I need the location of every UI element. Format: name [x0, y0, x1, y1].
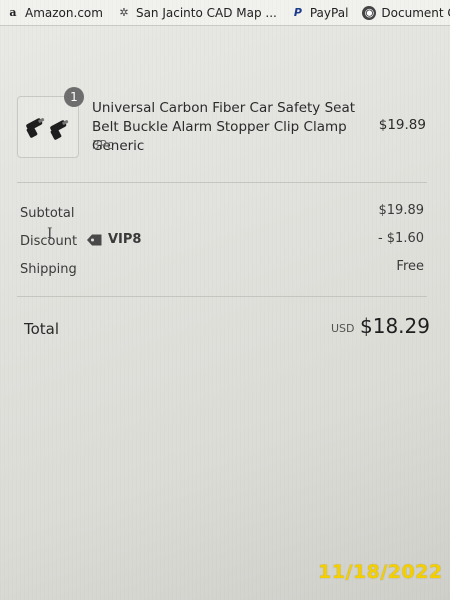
amazon-icon: a	[9, 6, 17, 19]
bookmark-paypal[interactable]: P PayPal	[291, 6, 349, 20]
shipping-label: Shipping	[20, 262, 77, 277]
shipping-value: Free	[396, 259, 424, 274]
gear-icon: ✲	[119, 6, 129, 19]
total-amount: $18.29	[360, 314, 430, 338]
discount-value: - $1.60	[377, 231, 424, 246]
bookmark-label: San Jacinto CAD Map ...	[135, 5, 277, 20]
product-title[interactable]: Universal Carbon Fiber Car Safety Seat B…	[92, 99, 367, 156]
discount-tag: VIP8	[86, 232, 141, 247]
screen: a Amazon.com ✲ San Jacinto CAD Map ... P…	[0, 0, 450, 600]
discount-code: VIP8	[108, 232, 142, 247]
bookmark-label: PayPal	[309, 5, 349, 20]
bookmark-label: Document Center	[381, 5, 450, 20]
bookmark-label: Amazon.com	[25, 5, 103, 20]
paypal-icon: P	[293, 6, 302, 19]
product-price: $19.89	[378, 117, 426, 133]
bookmarks-bar: a Amazon.com ✲ San Jacinto CAD Map ... P…	[0, 0, 450, 26]
tag-icon	[87, 234, 102, 245]
divider	[17, 296, 427, 297]
total-label: Total	[24, 320, 60, 338]
quantity-badge: 1	[64, 87, 84, 107]
bookmark-document-center[interactable]: ◉ Document Center	[362, 5, 450, 20]
photo-date-stamp: 11/18/2022	[318, 561, 443, 583]
currency-code: USD	[331, 322, 355, 335]
bookmark-san-jacinto-cad[interactable]: ✲ San Jacinto CAD Map ...	[117, 6, 277, 20]
text-cursor-icon: I	[47, 226, 53, 242]
subtotal-value: $19.89	[378, 203, 425, 218]
product-variant: 3Pc	[92, 138, 114, 152]
divider	[17, 182, 427, 183]
subtotal-label: Subtotal	[20, 206, 75, 221]
bookmark-amazon[interactable]: a Amazon.com	[6, 6, 103, 20]
document-icon: ◉	[362, 5, 377, 20]
